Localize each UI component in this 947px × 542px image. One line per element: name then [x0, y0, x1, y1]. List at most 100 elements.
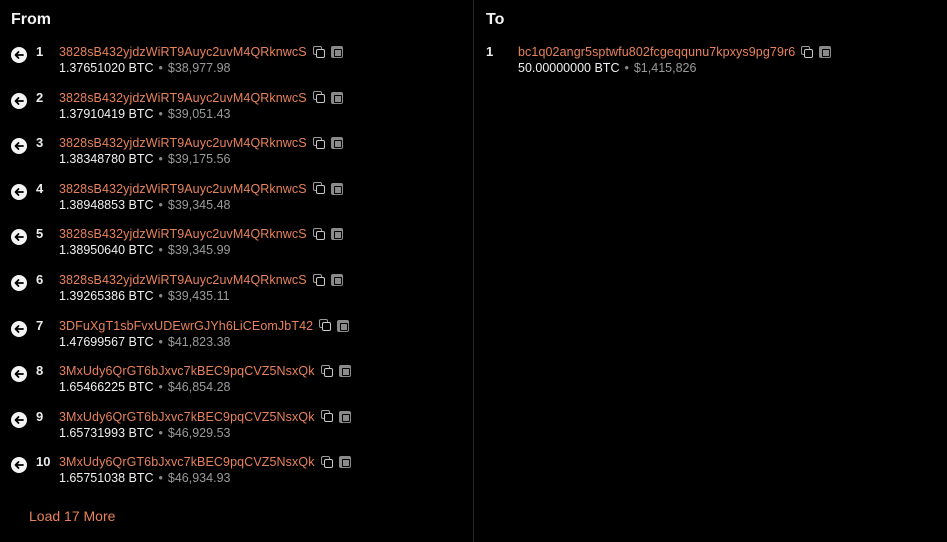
from-index: 9 [36, 408, 44, 424]
copy-icon[interactable] [320, 410, 334, 423]
from-usd-value: $39,345.99 [167, 243, 231, 258]
from-btc-amount: 1.37910419 BTC [59, 106, 154, 121]
from-index: 3 [36, 135, 44, 151]
from-address-line: 3MxUdy6QrGT6bJxvc7kBEC9pqCVZ5NsxQk [59, 409, 351, 425]
from-btc-amount: 1.37651020 BTC [59, 61, 154, 75]
arrow-left-circle-icon[interactable] [11, 138, 27, 155]
from-address-link[interactable]: 3MxUdy6QrGT6bJxvc7kBEC9pqCVZ5NsxQk [59, 364, 315, 378]
copy-icon[interactable] [312, 136, 326, 150]
separator-dot: • [624, 61, 629, 75]
from-address-link[interactable]: 3828sB432yjdzWiRT9Auyc2uvM4QRknwcS [59, 182, 307, 196]
from-btc-amount: 1.65731993 BTC [59, 425, 154, 440]
from-usd-value: $41,823.38 [167, 334, 231, 349]
from-btc-amount: 1.38950640 BTC [59, 243, 154, 258]
from-address-link[interactable]: 3828sB432yjdzWiRT9Auyc2uvM4QRknwcS [59, 273, 307, 287]
copy-icon[interactable] [312, 182, 326, 195]
from-address-link[interactable]: 3MxUdy6QrGT6bJxvc7kBEC9pqCVZ5NsxQk [59, 455, 315, 469]
from-address-link[interactable]: 3DFuXgT1sbFvxUDEwrGJYh6LiCEomJbT42 [59, 319, 313, 333]
arrow-left-circle-icon[interactable] [11, 275, 27, 291]
separator-dot: • [158, 243, 163, 258]
arrow-left-circle-icon[interactable] [11, 92, 27, 109]
qr-code-icon[interactable] [330, 228, 343, 241]
from-amount-line: 1.65466225 BTC • $46,854.28 [59, 380, 230, 394]
arrow-left-circle-icon[interactable] [11, 47, 27, 63]
qr-code-icon[interactable] [337, 319, 350, 332]
qr-code-icon[interactable] [819, 46, 832, 58]
qr-code-icon[interactable] [330, 91, 343, 104]
from-btc-amount: 1.47699567 BTC [59, 334, 154, 349]
qr-code-icon[interactable] [330, 46, 343, 58]
from-btc-amount: 1.38948853 BTC [59, 197, 154, 212]
to-address-link[interactable]: bc1q02angr5sptwfu802fcgeqqunu7kpxys9pg79… [518, 45, 795, 59]
from-address-link[interactable]: 3828sB432yjdzWiRT9Auyc2uvM4QRknwcS [59, 136, 307, 150]
from-amount-line: 1.65751038 BTC • $46,934.93 [59, 471, 230, 485]
qr-code-icon[interactable] [338, 456, 351, 469]
copy-icon[interactable] [312, 273, 326, 287]
to-amount-line: 50.00000000 BTC • $1,415,826 [518, 61, 696, 75]
from-address-line: 3MxUdy6QrGT6bJxvc7kBEC9pqCVZ5NsxQk [59, 363, 351, 379]
separator-dot: • [158, 197, 163, 212]
from-usd-value: $39,435.11 [167, 289, 230, 303]
arrow-left-circle-icon[interactable] [11, 183, 27, 200]
from-address-link[interactable]: 3MxUdy6QrGT6bJxvc7kBEC9pqCVZ5NsxQk [59, 410, 315, 424]
from-address-link[interactable]: 3828sB432yjdzWiRT9Auyc2uvM4QRknwcS [59, 91, 307, 105]
from-amount-line: 1.38948853 BTC • $39,345.48 [59, 198, 230, 212]
arrow-left-circle-icon[interactable] [11, 320, 27, 337]
copy-icon[interactable] [319, 319, 332, 332]
separator-dot: • [158, 289, 163, 303]
to-row: 1 bc1q02angr5sptwfu802fcgeqqunu7kpxys9pg7… [475, 40, 947, 80]
arrow-left-circle-icon[interactable] [11, 411, 27, 428]
from-index: 8 [36, 363, 44, 379]
outputs-title: To [486, 11, 505, 28]
from-address-line: 3MxUdy6QrGT6bJxvc7kBEC9pqCVZ5NsxQk [59, 454, 351, 470]
qr-code-icon[interactable] [338, 365, 351, 378]
copy-icon[interactable] [312, 227, 326, 241]
from-amount-line: 1.65731993 BTC • $46,929.53 [59, 426, 230, 440]
outputs-column: To 1 bc1q02angr5sptwfu802fcgeqqunu7kpxys9… [475, 0, 947, 542]
from-address-line: 3DFuXgT1sbFvxUDEwrGJYh6LiCEomJbT42 [59, 318, 350, 334]
separator-dot: • [158, 61, 163, 75]
from-address-line: 3828sB432yjdzWiRT9Auyc2uvM4QRknwcS [59, 226, 343, 242]
from-btc-amount: 1.65751038 BTC [59, 471, 154, 486]
from-btc-amount: 1.39265386 BTC [59, 289, 154, 303]
to-address-line: bc1q02angr5sptwfu802fcgeqqunu7kpxys9pg79… [518, 44, 832, 60]
from-address-link[interactable]: 3828sB432yjdzWiRT9Auyc2uvM4QRknwcS [59, 227, 307, 241]
from-row: 1 3828sB432yjdzWiRT9Auyc2uvM4QRknwcS 1.376… [0, 40, 473, 80]
separator-dot: • [158, 380, 163, 395]
from-index: 5 [36, 226, 44, 242]
qr-code-icon[interactable] [338, 410, 351, 423]
from-address-line: 3828sB432yjdzWiRT9Auyc2uvM4QRknwcS [59, 90, 343, 106]
from-usd-value: $46,854.28 [167, 380, 231, 395]
from-index: 2 [36, 89, 44, 105]
from-amount-line: 1.38348780 BTC • $39,175.56 [59, 152, 230, 166]
from-amount-line: 1.37910419 BTC • $39,051.43 [59, 107, 230, 121]
from-address-line: 3828sB432yjdzWiRT9Auyc2uvM4QRknwcS [59, 44, 343, 60]
qr-code-icon[interactable] [330, 137, 343, 150]
arrow-left-circle-icon[interactable] [11, 457, 27, 474]
from-index: 10 [36, 454, 51, 470]
load-more-button[interactable]: Load 17 More [29, 508, 115, 524]
from-amount-line: 1.47699567 BTC • $41,823.38 [59, 335, 230, 349]
copy-icon[interactable] [320, 364, 334, 378]
from-usd-value: $39,345.48 [167, 197, 231, 212]
from-btc-amount: 1.65466225 BTC [59, 380, 154, 395]
from-row: 6 3828sB432yjdzWiRT9Auyc2uvM4QRknwcS 1.392… [0, 268, 473, 308]
from-index: 1 [36, 44, 44, 59]
qr-code-icon[interactable] [330, 274, 343, 286]
from-row: 4 3828sB432yjdzWiRT9Auyc2uvM4QRknwcS 1.389… [0, 177, 473, 217]
arrow-left-circle-icon[interactable] [11, 229, 27, 246]
from-index: 4 [36, 180, 44, 196]
copy-icon[interactable] [320, 455, 334, 469]
from-row: 9 3MxUdy6QrGT6bJxvc7kBEC9pqCVZ5NsxQk 1.657… [0, 405, 473, 445]
inputs-title: From [11, 11, 51, 28]
from-index: 6 [36, 272, 44, 287]
copy-icon[interactable] [312, 91, 326, 104]
copy-icon[interactable] [801, 45, 814, 59]
arrow-left-circle-icon[interactable] [11, 366, 27, 383]
from-usd-value: $46,934.93 [167, 471, 231, 486]
from-index: 7 [36, 317, 44, 333]
separator-dot: • [158, 152, 163, 167]
from-address-link[interactable]: 3828sB432yjdzWiRT9Auyc2uvM4QRknwcS [59, 45, 307, 59]
copy-icon[interactable] [312, 45, 326, 59]
qr-code-icon[interactable] [330, 182, 343, 195]
